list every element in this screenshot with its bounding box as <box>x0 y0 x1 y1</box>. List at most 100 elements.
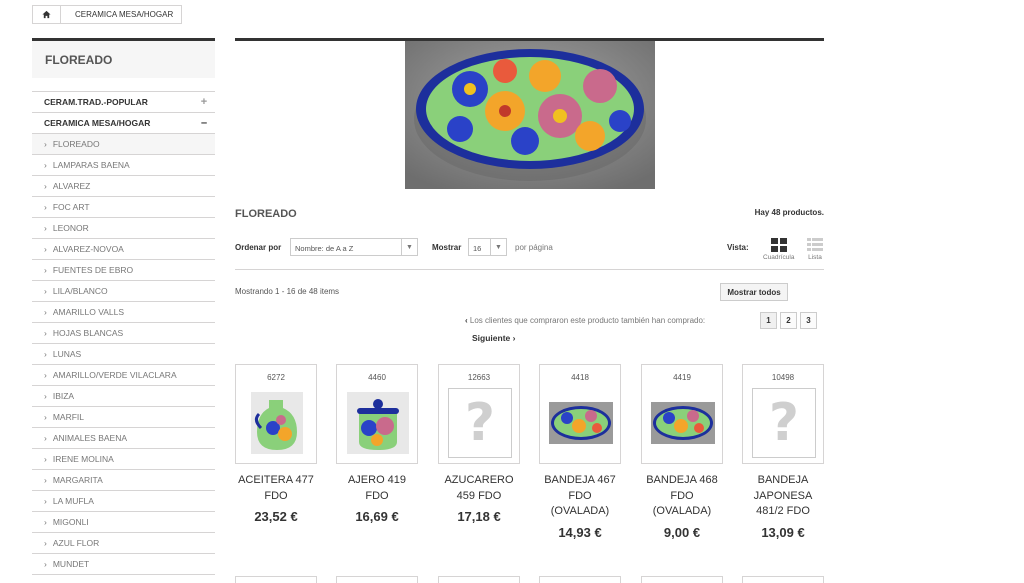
subcategory-item[interactable]: › FOC ART <box>32 197 215 218</box>
product-image-wrap[interactable] <box>346 388 410 458</box>
product-card[interactable] <box>336 576 418 583</box>
chevron-right-icon: › <box>512 333 516 343</box>
list-view-label: Lista <box>808 254 822 261</box>
collapse-icon[interactable]: – <box>199 117 209 129</box>
product-card[interactable]: 10498? BANDEJA JAPONESA 481/2 FDO 13,09 € <box>742 364 824 540</box>
breadcrumb-home[interactable] <box>33 6 61 23</box>
show-select[interactable]: 16 ▼ <box>468 238 507 256</box>
product-name[interactable]: BANDEJA 468 FDO (OVALADA) <box>641 473 723 520</box>
product-image-frame[interactable]: 4460 <box>336 364 418 464</box>
subcategory-item[interactable]: › ALVAREZ-NOVOA <box>32 239 215 260</box>
subcategory-label: IBIZA <box>52 391 75 401</box>
product-image-frame[interactable]: 4418 <box>539 364 621 464</box>
product-price: 23,52 € <box>254 509 298 524</box>
subcategory-item[interactable]: › HOJAS BLANCAS <box>32 323 215 344</box>
subcategory-item[interactable]: › LAMPARAS BAENA <box>32 155 215 176</box>
subcategory-item[interactable]: › LILA/BLANCO <box>32 281 215 302</box>
subcategory-item[interactable]: › FUENTES DE EBRO <box>32 260 215 281</box>
product-card[interactable]: 4460 AJERO 419 FDO 16,69 € <box>336 364 418 524</box>
product-card[interactable]: 4419 BANDEJA 468 FDO (OVALADA) 9,00 € <box>641 364 723 540</box>
product-card[interactable]: 6272 ACEITERA 477 FDO 23,52 € <box>235 364 317 524</box>
product-name[interactable]: BANDEJA JAPONESA 481/2 FDO <box>742 473 824 520</box>
subcategory-item[interactable]: › AZUL FLOR <box>32 533 215 554</box>
chevron-right-icon: › <box>44 412 47 422</box>
show-all-button[interactable]: Mostrar todos <box>720 283 788 301</box>
category-ceramica-mesa-hogar[interactable]: CERAMICA MESA/HOGAR – <box>32 113 215 134</box>
product-card[interactable] <box>742 576 824 583</box>
product-card[interactable] <box>641 576 723 583</box>
subcategory-item[interactable]: › LEONOR <box>32 218 215 239</box>
grid-view-button[interactable]: Cuadrícula <box>763 238 794 261</box>
product-image-wrap[interactable] <box>549 388 613 458</box>
chevron-left-icon[interactable]: ‹ <box>465 316 468 325</box>
product-reference: 10498 <box>771 373 795 382</box>
product-image-frame[interactable]: 12663? <box>438 364 520 464</box>
subcategory-item[interactable]: › AMARILLO VALLS <box>32 302 215 323</box>
product-card[interactable] <box>438 576 520 583</box>
product-image-wrap[interactable]: ? <box>752 388 816 458</box>
chevron-right-icon: › <box>44 160 47 170</box>
category-banner-area <box>235 38 824 189</box>
product-image-wrap[interactable]: ? <box>448 388 512 458</box>
subcategory-item[interactable]: › ALVAREZ <box>32 176 215 197</box>
product-name[interactable]: AJERO 419 FDO <box>336 473 418 504</box>
chevron-right-icon: › <box>44 559 47 569</box>
product-name[interactable]: BANDEJA 467 FDO (OVALADA) <box>539 473 621 520</box>
divider <box>235 269 824 270</box>
subcategory-item[interactable]: › ANIMALES BAENA <box>32 428 215 449</box>
product-name[interactable]: AZUCARERO 459 FDO <box>438 473 520 504</box>
sort-bar: Ordenar por Nombre: de A a Z ▼ Mostrar 1… <box>235 238 824 261</box>
product-image-frame[interactable]: 10498? <box>742 364 824 464</box>
product-image <box>347 392 409 454</box>
subcategory-label: AMARILLO VALLS <box>52 307 125 317</box>
product-card[interactable]: 12663? AZUCARERO 459 FDO 17,18 € <box>438 364 520 524</box>
product-name[interactable]: ACEITERA 477 FDO <box>235 473 317 504</box>
next-page-link[interactable]: Siguiente › <box>472 333 515 343</box>
chevron-right-icon: › <box>44 202 47 212</box>
product-image-wrap[interactable] <box>245 388 309 458</box>
list-view-button[interactable]: Lista <box>807 238 823 261</box>
category-ceram-trad-popular[interactable]: CERAM.TRAD.-POPULAR + <box>32 92 215 113</box>
category-title: FLOREADO <box>235 208 297 220</box>
subcategory-item[interactable]: › AMARILLO/VERDE VILACLARA <box>32 365 215 386</box>
page-2[interactable]: 2 <box>780 312 797 329</box>
subcategory-item[interactable]: › MARFIL <box>32 407 215 428</box>
subcategory-label: ANIMALES BAENA <box>52 433 128 443</box>
category-banner-image <box>405 41 655 189</box>
show-label: Mostrar <box>432 243 462 252</box>
subcategory-item[interactable]: › IRENE MOLINA <box>32 449 215 470</box>
product-card[interactable] <box>235 576 317 583</box>
chevron-right-icon: › <box>44 181 47 191</box>
product-card[interactable] <box>539 576 621 583</box>
product-reference: 4418 <box>571 373 589 382</box>
placeholder-image: ? <box>448 388 512 458</box>
view-label: Vista: <box>727 243 749 252</box>
product-image-wrap[interactable] <box>651 388 715 458</box>
subcategory-item[interactable]: › FLOREADO <box>32 134 215 155</box>
page-3[interactable]: 3 <box>800 312 817 329</box>
chevron-right-icon: › <box>44 328 47 338</box>
page-1[interactable]: 1 <box>760 312 777 329</box>
subcategory-label: IRENE MOLINA <box>52 454 114 464</box>
chevron-right-icon: › <box>44 433 47 443</box>
expand-icon[interactable]: + <box>199 96 209 108</box>
sidebar-title: FLOREADO <box>32 38 215 78</box>
subcategory-item[interactable]: › IBIZA <box>32 386 215 407</box>
product-image <box>549 402 613 444</box>
sort-select[interactable]: Nombre: de A a Z ▼ <box>290 238 418 256</box>
subcategory-item[interactable]: › LA MUFLA <box>32 491 215 512</box>
subcategory-item[interactable]: › MIGONLI <box>32 512 215 533</box>
grid-view-label: Cuadrícula <box>763 254 795 261</box>
sidebar: FLOREADO CERAM.TRAD.-POPULAR + CERAMICA … <box>32 38 215 575</box>
subcategory-item[interactable]: › MUNDET <box>32 554 215 575</box>
subcategory-item[interactable]: › LUNAS <box>32 344 215 365</box>
product-count: Hay 48 productos. <box>754 208 824 217</box>
subcategory-item[interactable]: › MARGARITA <box>32 470 215 491</box>
next-label: Siguiente <box>472 333 511 343</box>
subcategory-label: MARGARITA <box>52 475 103 485</box>
product-image-frame[interactable]: 6272 <box>235 364 317 464</box>
product-reference: 4460 <box>368 373 386 382</box>
product-card[interactable]: 4418 BANDEJA 467 FDO (OVALADA) 14,93 € <box>539 364 621 540</box>
product-image-frame[interactable]: 4419 <box>641 364 723 464</box>
subcategory-label: MIGONLI <box>52 517 89 527</box>
